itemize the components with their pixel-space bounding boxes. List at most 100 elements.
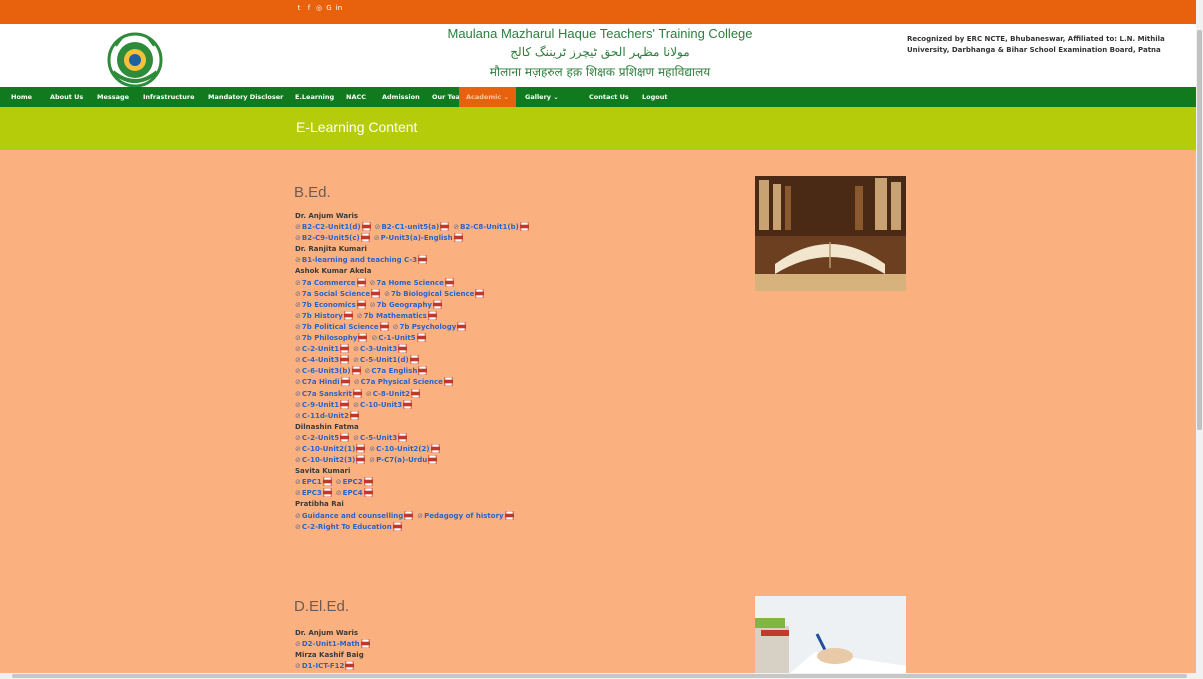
- content-link[interactable]: ⊘C-10-Unit3: [353, 399, 413, 411]
- content-link[interactable]: ⊘D1-ICT-F12: [295, 660, 355, 672]
- vertical-scrollbar[interactable]: [1196, 0, 1203, 679]
- pdf-icon[interactable]: [361, 221, 371, 232]
- pdf-icon[interactable]: [444, 277, 454, 287]
- content-link[interactable]: ⊘EPC4: [336, 487, 373, 499]
- content-link[interactable]: ⊘C7a Physical Science: [354, 377, 453, 388]
- pdf-icon[interactable]: [322, 487, 332, 498]
- content-link[interactable]: ⊘B2-C8-Unit1(b): [453, 221, 529, 233]
- content-link[interactable]: ⊘7a Commerce: [295, 277, 366, 289]
- pdf-icon[interactable]: [363, 476, 373, 487]
- google-icon[interactable]: G: [325, 4, 333, 12]
- pdf-icon[interactable]: [427, 310, 437, 321]
- pdf-icon[interactable]: [440, 221, 450, 232]
- pdf-icon[interactable]: [343, 310, 353, 321]
- content-link[interactable]: ⊘C-2-Right To Education: [295, 521, 402, 533]
- content-link[interactable]: ⊘EPC2: [336, 476, 373, 488]
- pdf-icon[interactable]: [379, 321, 389, 332]
- pdf-icon[interactable]: [340, 432, 350, 443]
- content-link[interactable]: ⊘7a Social Science: [295, 288, 381, 300]
- content-link[interactable]: ⊘C-4-Unit3: [295, 354, 350, 366]
- content-link[interactable]: ⊘C-5-Unit3: [353, 432, 408, 444]
- pdf-icon[interactable]: [371, 288, 381, 299]
- pdf-icon[interactable]: [398, 343, 408, 354]
- nav-e-learning[interactable]: E.Learning: [295, 87, 334, 107]
- content-link[interactable]: ⊘C7a Hindi: [295, 377, 350, 388]
- content-link[interactable]: ⊘P-C7(a)-Urdu: [369, 454, 438, 466]
- content-link[interactable]: ⊘C7a English: [365, 365, 428, 377]
- pdf-icon[interactable]: [519, 221, 529, 232]
- college-logo[interactable]: [104, 32, 166, 88]
- pdf-icon[interactable]: [356, 277, 366, 287]
- pdf-icon[interactable]: [392, 521, 402, 531]
- content-link[interactable]: ⊘C-8-Unit2: [366, 388, 420, 400]
- pdf-icon[interactable]: [350, 410, 360, 421]
- content-link[interactable]: ⊘C-2-Unit5: [295, 432, 350, 444]
- pdf-icon[interactable]: [340, 399, 350, 409]
- pdf-icon[interactable]: [356, 443, 366, 454]
- pdf-icon[interactable]: [404, 510, 414, 520]
- content-link[interactable]: ⊘EPC3: [295, 487, 332, 499]
- pdf-icon[interactable]: [340, 354, 350, 365]
- nav-message[interactable]: Message: [97, 87, 129, 107]
- instagram-icon[interactable]: ◎: [315, 4, 323, 12]
- horizontal-scrollbar[interactable]: [0, 673, 1203, 679]
- content-link[interactable]: ⊘7b History: [295, 310, 353, 322]
- pdf-icon[interactable]: [398, 432, 408, 443]
- pdf-icon[interactable]: [322, 476, 332, 487]
- content-link[interactable]: ⊘7b Mathematics: [357, 310, 437, 322]
- pdf-icon[interactable]: [358, 332, 368, 343]
- pdf-icon[interactable]: [418, 255, 428, 265]
- nav-infrastructure[interactable]: Infrastructure: [143, 87, 194, 107]
- nav-logout[interactable]: Logout: [642, 87, 667, 107]
- content-link[interactable]: ⊘P-Unit3(a)-English: [374, 232, 463, 244]
- content-link[interactable]: ⊘B2-C9-Unit5(c): [295, 232, 370, 244]
- pdf-icon[interactable]: [363, 487, 373, 498]
- pdf-icon[interactable]: [409, 354, 419, 365]
- content-link[interactable]: ⊘EPC1: [295, 476, 332, 488]
- pdf-icon[interactable]: [475, 288, 485, 299]
- pdf-icon[interactable]: [351, 365, 361, 376]
- content-link[interactable]: ⊘C-10-Unit2(2): [369, 443, 440, 455]
- pdf-icon[interactable]: [453, 232, 463, 243]
- facebook-icon[interactable]: f: [305, 4, 313, 12]
- nav-admission[interactable]: Admission: [382, 87, 420, 107]
- pdf-icon[interactable]: [418, 365, 428, 376]
- pdf-icon[interactable]: [410, 388, 420, 398]
- twitter-icon[interactable]: t: [295, 4, 303, 12]
- pdf-icon[interactable]: [340, 343, 350, 354]
- content-link[interactable]: ⊘B2-C2-Unit1(d): [295, 221, 371, 233]
- content-link[interactable]: ⊘7a Home Science: [370, 277, 454, 289]
- nav-home[interactable]: Home: [11, 87, 32, 107]
- content-link[interactable]: ⊘Pedagogy of history: [417, 510, 514, 522]
- content-link[interactable]: ⊘7b Psychology: [393, 321, 467, 333]
- content-link[interactable]: ⊘7b Political Science: [295, 321, 389, 333]
- pdf-icon[interactable]: [416, 332, 426, 343]
- content-link[interactable]: ⊘C-9-Unit1: [295, 399, 350, 411]
- content-link[interactable]: ⊘7b Philosophy: [295, 332, 368, 344]
- pdf-icon[interactable]: [360, 232, 370, 243]
- pdf-icon[interactable]: [443, 377, 453, 387]
- content-link[interactable]: ⊘7b Economics: [295, 299, 366, 311]
- pdf-icon[interactable]: [356, 299, 366, 310]
- content-link[interactable]: ⊘C-3-Unit3: [353, 343, 408, 355]
- pdf-icon[interactable]: [433, 299, 442, 310]
- pdf-icon[interactable]: [428, 454, 438, 465]
- content-link[interactable]: ⊘7b Biological Science: [384, 288, 485, 300]
- content-link[interactable]: ⊘B1-learning and teaching C-3: [295, 255, 428, 266]
- pdf-icon[interactable]: [345, 660, 355, 671]
- content-link[interactable]: ⊘C-6-Unit3(b): [295, 365, 361, 377]
- pdf-icon[interactable]: [340, 377, 350, 387]
- pdf-icon[interactable]: [403, 399, 413, 409]
- pdf-icon[interactable]: [352, 388, 362, 398]
- horizontal-scroll-thumb[interactable]: [12, 674, 1187, 678]
- content-link[interactable]: ⊘D2-Unit1-Math: [295, 638, 370, 650]
- pdf-icon[interactable]: [360, 638, 370, 649]
- nav-contact-us[interactable]: Contact Us: [589, 87, 629, 107]
- linkedin-icon[interactable]: in: [335, 4, 343, 12]
- content-link[interactable]: ⊘C-1-Unit5: [371, 332, 426, 344]
- content-link[interactable]: ⊘C7a Sanskrit: [295, 388, 362, 400]
- content-link[interactable]: ⊘C-11d-Unit2: [295, 410, 360, 422]
- content-link[interactable]: ⊘C-5-Unit1(d): [353, 354, 419, 366]
- content-link[interactable]: ⊘C-2-Unit1: [295, 343, 350, 355]
- pdf-icon[interactable]: [430, 443, 440, 454]
